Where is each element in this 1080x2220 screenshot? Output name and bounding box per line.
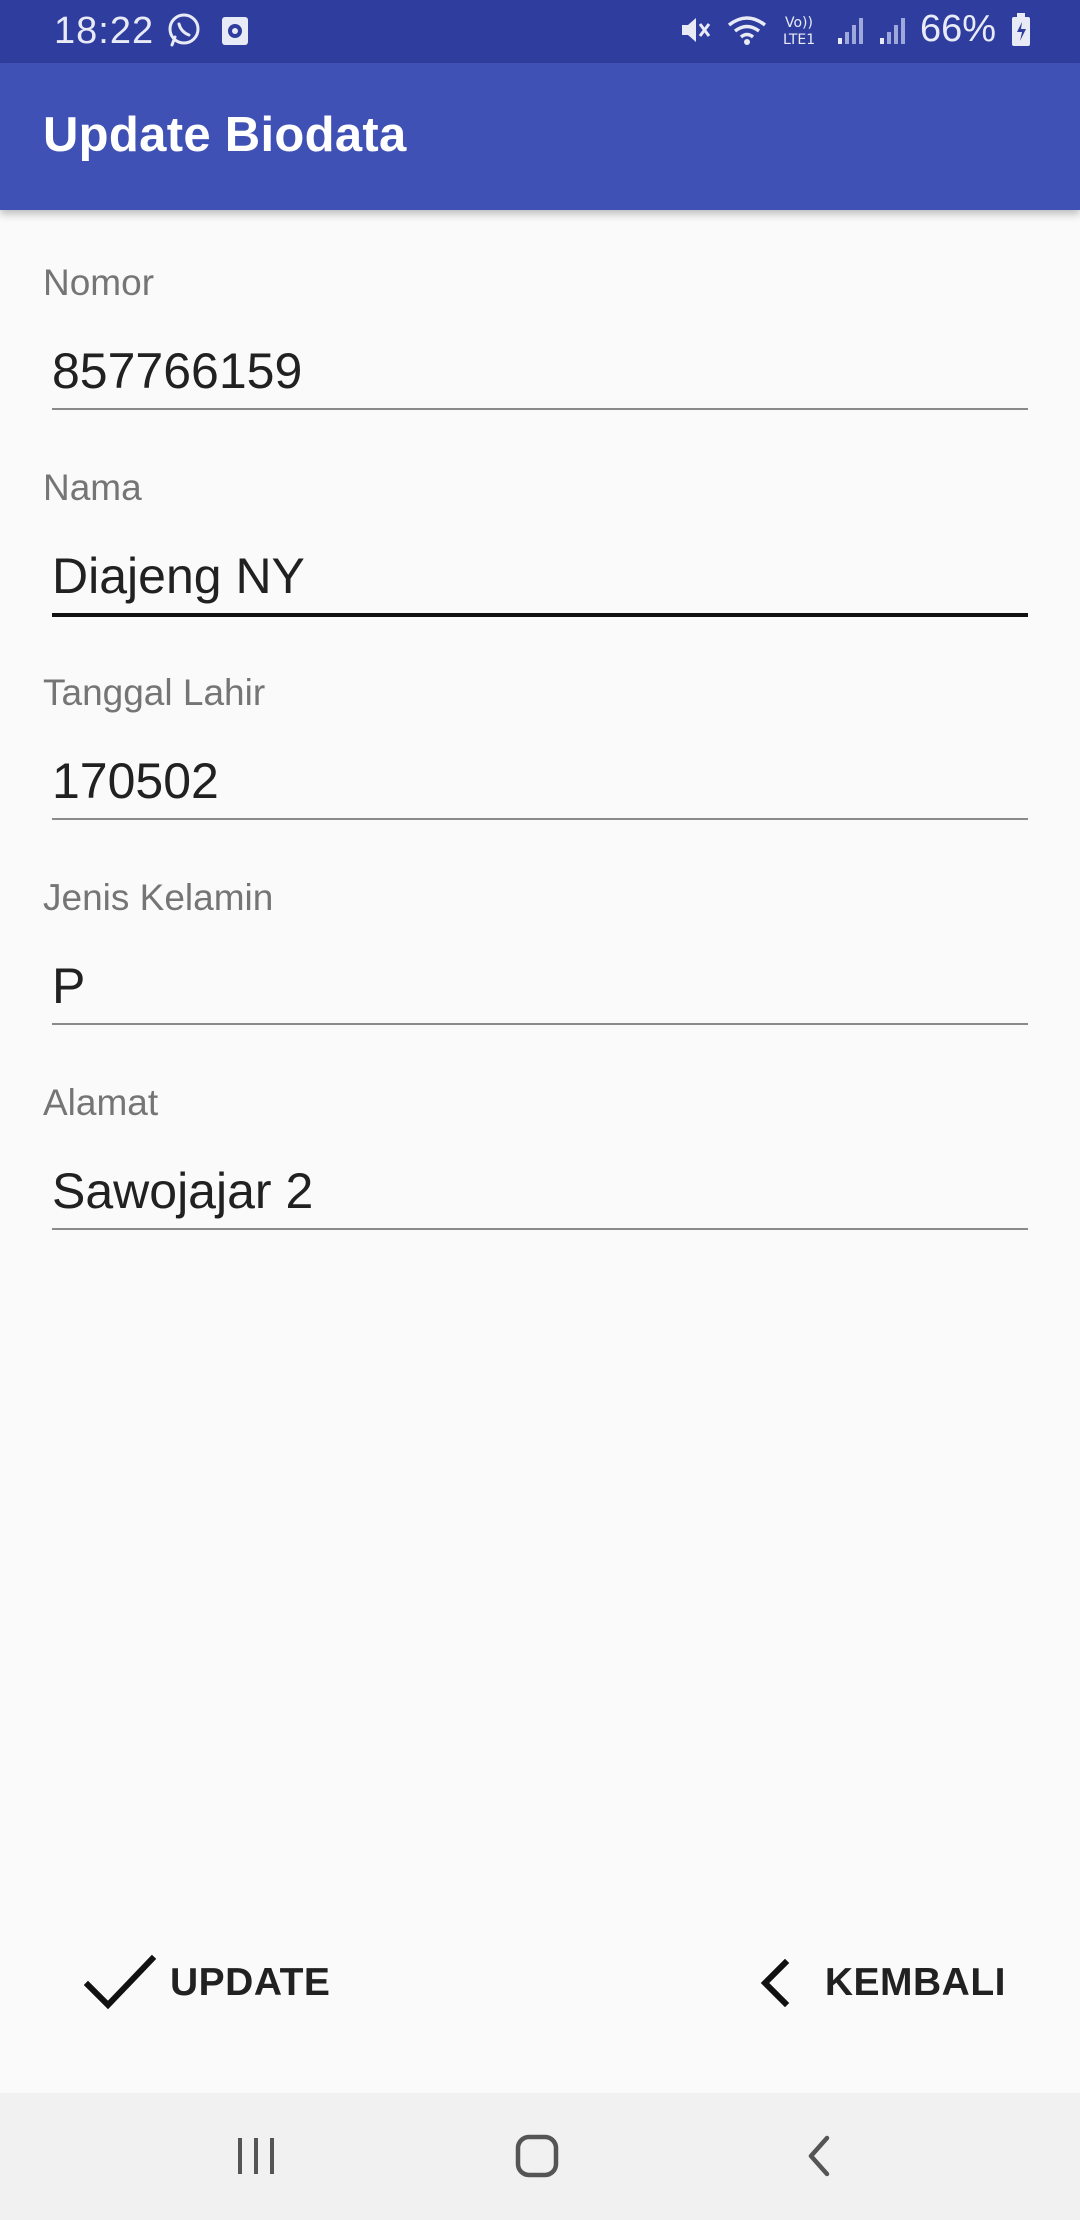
field-alamat[interactable]: Alamat Sawojajar 2 xyxy=(0,1082,1080,1287)
field-nomor[interactable]: Nomor 857766159 xyxy=(0,262,1080,467)
home-icon[interactable] xyxy=(502,2123,572,2189)
field-underline xyxy=(52,613,1028,617)
field-label: Jenis Kelamin xyxy=(43,877,274,918)
field-underline xyxy=(52,1023,1028,1025)
update-label: UPDATE xyxy=(170,1961,331,2004)
screen-record-icon xyxy=(220,14,250,56)
svg-text:LTE1: LTE1 xyxy=(783,32,815,48)
wifi-icon xyxy=(726,13,768,47)
signal-icon xyxy=(836,14,864,46)
nomor-input[interactable]: 857766159 xyxy=(52,342,302,400)
battery-charging-icon xyxy=(1010,12,1032,48)
update-button[interactable]: UPDATE xyxy=(84,1945,330,2021)
whatsapp-icon xyxy=(166,12,202,57)
field-jenis-kelamin[interactable]: Jenis Kelamin P xyxy=(0,877,1080,1082)
field-label: Tanggal Lahir xyxy=(43,672,266,713)
tanggal-lahir-input[interactable]: 170502 xyxy=(52,752,219,810)
field-label: Nama xyxy=(43,467,142,508)
page-title: Update Biodata xyxy=(43,108,407,162)
recents-icon[interactable] xyxy=(221,2123,291,2189)
app-bar: Update Biodata xyxy=(0,63,1080,210)
svg-text:Vo)): Vo)) xyxy=(785,15,813,31)
battery-percent: 66% xyxy=(919,8,996,50)
back-icon[interactable] xyxy=(784,2123,854,2189)
status-bar: 18:22 Vo)) LTE1 66% xyxy=(0,0,1080,63)
field-label: Nomor xyxy=(43,262,155,303)
field-underline xyxy=(52,408,1028,410)
kembali-button[interactable]: KEMBALI xyxy=(757,1945,1006,2021)
checkmark-icon xyxy=(84,1953,156,2013)
field-underline xyxy=(52,1228,1028,1230)
field-tanggal-lahir[interactable]: Tanggal Lahir 170502 xyxy=(0,672,1080,877)
mute-icon xyxy=(678,13,712,47)
nama-input[interactable]: Diajeng NY xyxy=(52,547,305,605)
volte-lte-icon: Vo)) LTE1 xyxy=(782,12,822,48)
field-underline xyxy=(52,818,1028,820)
field-label: Alamat xyxy=(43,1082,159,1123)
jenis-kelamin-input[interactable]: P xyxy=(52,957,85,1015)
status-time: 18:22 xyxy=(54,10,155,52)
chevron-left-icon xyxy=(757,1959,791,2007)
alamat-input[interactable]: Sawojajar 2 xyxy=(52,1162,313,1220)
system-nav-bar xyxy=(0,2093,1080,2220)
kembali-label: KEMBALI xyxy=(824,1961,1006,2004)
signal-icon-2 xyxy=(878,14,906,46)
field-nama[interactable]: Nama Diajeng NY xyxy=(0,467,1080,672)
